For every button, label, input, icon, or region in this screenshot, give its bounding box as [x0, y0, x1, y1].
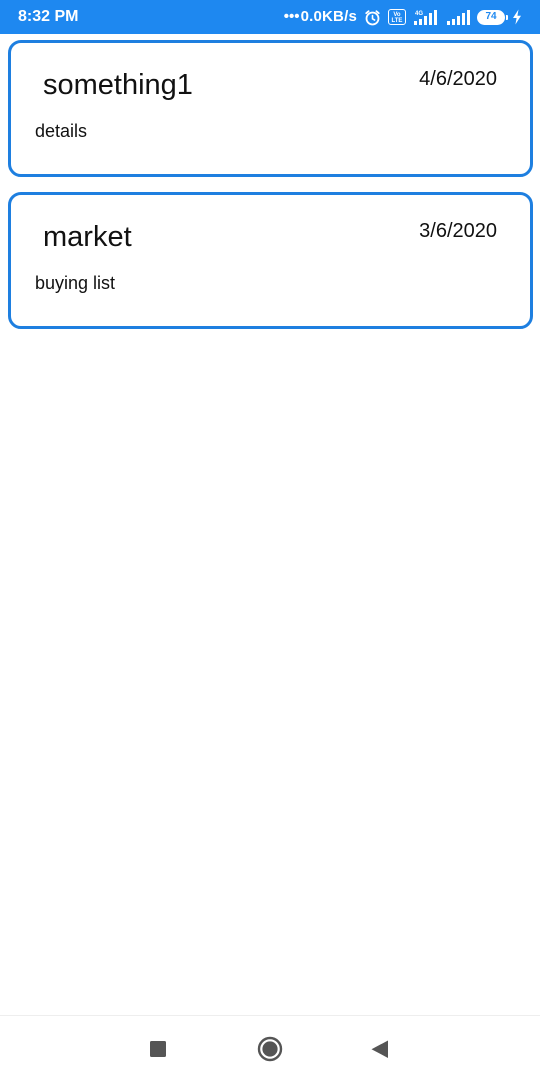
navigation-bar	[0, 1015, 540, 1081]
home-button[interactable]	[255, 1035, 285, 1065]
back-button[interactable]	[366, 1035, 396, 1065]
status-bar: 8:32 PM •••0.0KB/s Vo LTE 4G 74	[0, 0, 540, 34]
note-date: 4/6/2020	[419, 68, 497, 90]
network-speed-text: 0.0KB/s	[300, 8, 357, 25]
status-time: 8:32 PM	[18, 8, 79, 25]
note-title: something1	[43, 69, 193, 101]
volte-icon: Vo LTE	[388, 9, 406, 25]
recents-icon	[150, 1041, 166, 1057]
note-title: market	[43, 221, 132, 253]
back-icon	[371, 1040, 388, 1058]
network-speed: •••0.0KB/s	[284, 8, 357, 26]
signal-4g-icon: 4G	[413, 9, 439, 26]
battery-icon: 74	[477, 9, 508, 25]
note-detail: buying list	[35, 273, 116, 293]
battery-level: 74	[485, 11, 497, 22]
charging-icon	[512, 9, 522, 25]
network-type-label: 4G	[415, 11, 423, 17]
signal-icon	[446, 9, 470, 26]
status-icons: •••0.0KB/s Vo LTE 4G 74	[284, 6, 522, 28]
note-card[interactable]: something1 4/6/2020 details	[8, 40, 533, 177]
home-icon	[257, 1036, 283, 1062]
recents-button[interactable]	[143, 1035, 173, 1065]
note-date: 3/6/2020	[419, 220, 497, 242]
note-card[interactable]: market 3/6/2020 buying list	[8, 192, 533, 329]
note-detail: details	[35, 121, 88, 141]
network-activity-dots: •••	[283, 8, 300, 25]
alarm-icon	[364, 9, 381, 26]
